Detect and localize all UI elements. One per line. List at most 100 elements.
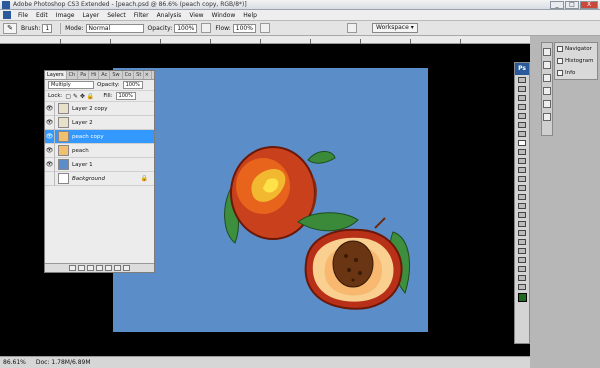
visibility-eye-icon[interactable]: 👁 (45, 157, 55, 172)
tool-button[interactable] (517, 94, 527, 102)
tab-color[interactable]: Co (123, 71, 135, 79)
fill-field[interactable]: 100% (115, 92, 136, 100)
layer-row[interactable]: 👁 Layer 1 (45, 157, 154, 172)
tab-channels[interactable]: Ch (67, 71, 79, 79)
tool-button[interactable] (517, 112, 527, 120)
panel-toggle-icon[interactable] (543, 74, 551, 82)
tool-button[interactable] (517, 85, 527, 93)
panel-toggle-icon[interactable] (543, 61, 551, 69)
tool-button[interactable] (517, 184, 527, 192)
tool-button[interactable] (517, 193, 527, 201)
tab-layers[interactable]: Layers (45, 71, 67, 79)
visibility-eye-icon[interactable]: 👁 (45, 101, 55, 116)
brush-tool-preset-icon[interactable]: ✎ (3, 22, 17, 34)
minimize-button[interactable]: _ (550, 1, 564, 9)
tool-icon (518, 77, 526, 83)
fx-icon[interactable] (78, 265, 85, 271)
ruler-tick (360, 39, 361, 44)
tool-button[interactable] (517, 148, 527, 156)
menu-file[interactable]: File (14, 12, 32, 19)
tool-button[interactable] (517, 220, 527, 228)
workspace-button[interactable]: Workspace ▾ (372, 23, 418, 33)
tab-swatches[interactable]: Sw (110, 71, 123, 79)
layer-row[interactable]: 👁 peach copy (45, 129, 154, 144)
tool-button[interactable] (517, 256, 527, 264)
tool-icon (518, 257, 526, 263)
menu-edit[interactable]: Edit (32, 12, 52, 19)
tool-button[interactable] (517, 238, 527, 246)
visibility-eye-icon[interactable]: 👁 (45, 129, 55, 144)
tool-button[interactable] (517, 139, 527, 147)
tool-button[interactable] (517, 202, 527, 210)
tool-button[interactable] (517, 274, 527, 282)
menu-image[interactable]: Image (52, 12, 79, 19)
tool-button[interactable] (517, 211, 527, 219)
blend-mode-select[interactable]: Multiply (48, 81, 94, 89)
layer-row[interactable]: Background 🔒 (45, 171, 154, 186)
tool-icon (518, 140, 526, 146)
menu-window[interactable]: Window (208, 12, 240, 19)
menu-layer[interactable]: Layer (78, 12, 103, 19)
lock-row: Lock: ▢ ✎ ✥ 🔒 Fill: 100% (45, 91, 154, 102)
panel-toggle-icon[interactable] (543, 87, 551, 95)
panel-navigator[interactable]: Navigator (555, 43, 597, 55)
maximize-button[interactable]: □ (565, 1, 579, 9)
tool-button[interactable] (517, 283, 527, 291)
foreground-color-swatch[interactable] (517, 293, 527, 302)
tool-button[interactable] (517, 175, 527, 183)
layer-opacity-field[interactable]: 100% (122, 81, 143, 89)
menu-analysis[interactable]: Analysis (153, 12, 186, 19)
layer-name: peach (72, 147, 89, 154)
layer-row[interactable]: 👁 peach (45, 143, 154, 158)
tool-button[interactable] (517, 103, 527, 111)
panel-histogram[interactable]: Histogram (555, 55, 597, 67)
separator (60, 22, 62, 34)
close-button[interactable]: X (580, 1, 598, 9)
visibility-eye-icon[interactable]: 👁 (45, 115, 55, 130)
link-layers-icon[interactable] (69, 265, 76, 271)
brush-size-field[interactable]: 1 (42, 23, 53, 33)
tool-icon (518, 113, 526, 119)
panel-info[interactable]: Info (555, 67, 597, 79)
tab-paths[interactable]: Pa (78, 71, 90, 79)
tool-button[interactable] (517, 166, 527, 174)
layer-row[interactable]: 👁 Layer 2 (45, 115, 154, 130)
adjustment-layer-icon[interactable] (96, 265, 103, 271)
add-mask-icon[interactable] (87, 265, 94, 271)
tool-button[interactable] (517, 229, 527, 237)
mode-select[interactable]: Normal (85, 23, 144, 33)
tool-button[interactable] (517, 247, 527, 255)
menu-filter[interactable]: Filter (130, 12, 153, 19)
zoom-level[interactable]: 86.61% (3, 359, 26, 366)
brush-panel-icon[interactable] (347, 23, 357, 33)
tool-button[interactable] (517, 121, 527, 129)
menu-select[interactable]: Select (103, 12, 130, 19)
tool-button[interactable] (517, 76, 527, 84)
menu-view[interactable]: View (185, 12, 207, 19)
menu-help[interactable]: Help (239, 12, 261, 19)
layer-row[interactable]: 👁 Layer 2 copy (45, 101, 154, 116)
trash-icon[interactable] (123, 265, 130, 271)
layer-name: Layer 1 (72, 161, 93, 168)
opacity-field[interactable]: 100% (174, 23, 198, 33)
tablet-opacity-icon[interactable] (201, 23, 212, 33)
lock-label: Lock: (48, 93, 63, 99)
tab-actions[interactable]: Ac (99, 71, 111, 79)
new-group-icon[interactable] (105, 265, 112, 271)
panel-toggle-icon[interactable] (543, 48, 551, 56)
tool-button[interactable] (517, 130, 527, 138)
new-layer-icon[interactable] (114, 265, 121, 271)
tool-button[interactable] (517, 157, 527, 165)
flow-field[interactable]: 100% (232, 23, 256, 33)
panel-close-icon[interactable]: × (143, 71, 152, 79)
tab-history[interactable]: Hi (89, 71, 100, 79)
panel-toggle-icon[interactable] (543, 100, 551, 108)
visibility-eye-icon[interactable] (45, 171, 55, 186)
airbrush-icon[interactable] (259, 23, 270, 33)
document-canvas[interactable] (113, 68, 428, 332)
lock-icons[interactable]: ▢ ✎ ✥ 🔒 (65, 93, 94, 100)
layer-name: Background (72, 175, 105, 182)
panel-toggle-icon[interactable] (543, 113, 551, 121)
visibility-eye-icon[interactable]: 👁 (45, 143, 55, 158)
tool-button[interactable] (517, 265, 527, 273)
